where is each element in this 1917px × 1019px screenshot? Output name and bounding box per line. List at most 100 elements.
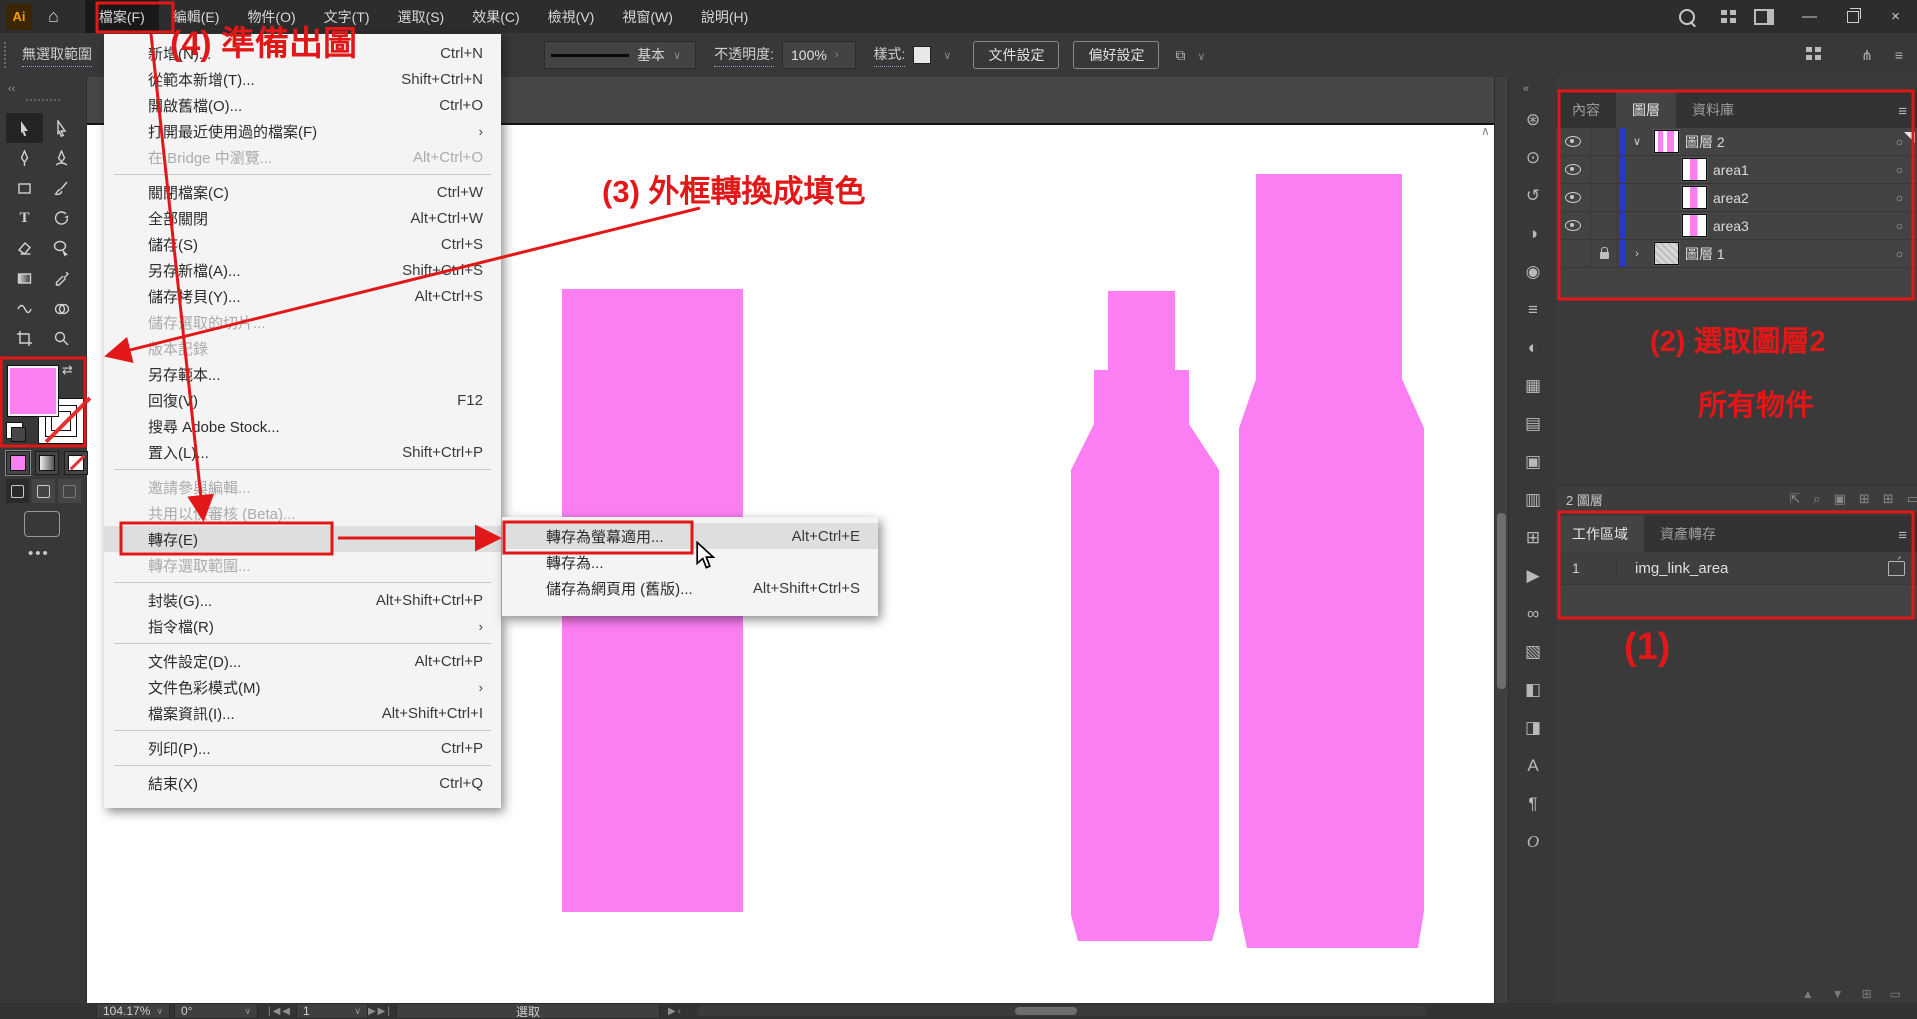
- chevron-down-icon[interactable]: ∨: [943, 49, 951, 62]
- menu-item-revert[interactable]: 回復(V)F12: [104, 387, 501, 413]
- visibility-toggle[interactable]: [1556, 184, 1591, 211]
- preferences-button[interactable]: 偏好設定: [1073, 41, 1159, 69]
- character-panel-icon[interactable]: A: [1509, 747, 1557, 785]
- draw-behind-mode[interactable]: [32, 479, 55, 503]
- zoom-tool[interactable]: [43, 323, 80, 353]
- graphic-styles-panel-icon[interactable]: ▣: [1509, 443, 1557, 481]
- curvature-tool[interactable]: [43, 143, 80, 173]
- control-bar-handle[interactable]: [4, 42, 12, 68]
- scroll-left-icon[interactable]: ‹: [678, 1006, 683, 1017]
- asset-export-panel-icon[interactable]: ▧: [1509, 633, 1557, 671]
- search-icon[interactable]: [1679, 9, 1695, 25]
- info-panel-icon[interactable]: ⊙: [1509, 139, 1557, 177]
- workspace-switcher-icon[interactable]: [1754, 9, 1774, 25]
- menu-item-new-from-template[interactable]: 從範本新增(T)...Shift+Ctrl+N: [104, 66, 501, 92]
- lock-toggle[interactable]: [1591, 128, 1618, 155]
- gradient-tool[interactable]: [6, 263, 43, 293]
- menu-item-save[interactable]: 儲存(S)Ctrl+S: [104, 231, 501, 257]
- make-mask-icon[interactable]: ▣: [1834, 491, 1846, 507]
- artboard-name[interactable]: img_link_area: [1617, 560, 1728, 577]
- paintbrush-tool[interactable]: [43, 173, 80, 203]
- opentype-panel-icon[interactable]: O: [1509, 823, 1557, 861]
- paragraph-panel-icon[interactable]: ¶: [1509, 785, 1557, 823]
- target-circle-icon[interactable]: ○: [1896, 219, 1903, 233]
- style-label[interactable]: 樣式:: [874, 44, 906, 67]
- chevron-right-icon[interactable]: ›: [1626, 248, 1648, 260]
- menu-type[interactable]: 文字(T): [310, 0, 384, 33]
- layer-thumbnail[interactable]: [1682, 214, 1707, 237]
- visibility-toggle[interactable]: [1556, 212, 1591, 239]
- swap-fill-stroke-icon[interactable]: ⇄: [62, 362, 73, 378]
- new-artboard-icon[interactable]: ⊞: [1862, 987, 1872, 1001]
- move-up-icon[interactable]: ▲: [1802, 987, 1814, 1001]
- rectangle-tool[interactable]: [6, 173, 43, 203]
- close-button[interactable]: ×: [1874, 0, 1917, 33]
- minimize-button[interactable]: —: [1788, 0, 1831, 33]
- control-bar-menu-icon[interactable]: ≡: [1895, 47, 1903, 64]
- pen-tool[interactable]: [6, 143, 43, 173]
- menu-view[interactable]: 檢視(V): [534, 0, 609, 33]
- magic-wand-tool[interactable]: [43, 233, 80, 263]
- menu-select[interactable]: 選取(S): [384, 0, 459, 33]
- align-options-icon[interactable]: ⧉ ∨: [1175, 47, 1213, 64]
- layer-row[interactable]: area2 ○: [1556, 184, 1917, 212]
- tab-asset-export[interactable]: 資產轉存: [1644, 516, 1732, 552]
- draw-normal-mode[interactable]: [6, 479, 29, 503]
- new-layer-icon[interactable]: ⊞: [1883, 491, 1894, 507]
- layer-thumbnail[interactable]: [1682, 186, 1707, 209]
- color-button[interactable]: [6, 451, 30, 475]
- type-tool[interactable]: T: [6, 203, 43, 233]
- expand-panels-icon[interactable]: «: [1523, 83, 1529, 95]
- menu-item-open-recent[interactable]: 打開最近使用過的檔案(F)›: [104, 118, 501, 144]
- collapse-tools-icon[interactable]: ‹‹: [8, 83, 15, 95]
- menu-item-save-for-web-legacy[interactable]: 儲存為網頁用 (舊版)...Alt+Shift+Ctrl+S: [502, 575, 878, 601]
- appearance-panel-icon[interactable]: ▤: [1509, 405, 1557, 443]
- fill-color-swatch[interactable]: [8, 366, 58, 416]
- menu-item-export[interactable]: 轉存(E)›: [104, 526, 501, 552]
- delete-layer-icon[interactable]: ▭: [1907, 491, 1917, 507]
- lock-toggle[interactable]: [1591, 240, 1618, 267]
- home-icon[interactable]: ⌂: [48, 6, 59, 27]
- symbols-panel-icon[interactable]: ▥: [1509, 481, 1557, 519]
- draw-inside-mode[interactable]: [58, 479, 81, 503]
- prev-artboard-icon[interactable]: ◀: [282, 1006, 292, 1017]
- layer-name[interactable]: 圖層 1: [1685, 244, 1725, 264]
- shape-builder-tool[interactable]: [43, 293, 80, 323]
- direct-selection-tool[interactable]: [43, 113, 80, 143]
- menu-item-export-as[interactable]: 轉存為...: [502, 549, 878, 575]
- panel-menu-icon[interactable]: ≡: [1888, 519, 1917, 552]
- artboard-tool[interactable]: [6, 323, 43, 353]
- vertical-scrollbar-thumb[interactable]: [1497, 513, 1506, 689]
- artboard-row[interactable]: 1 img_link_area: [1556, 552, 1917, 585]
- style-swatch[interactable]: [913, 46, 931, 64]
- menu-window[interactable]: 視窗(W): [608, 0, 687, 33]
- menu-item-document-color-mode[interactable]: 文件色彩模式(M)›: [104, 674, 501, 700]
- gradient-panel-icon[interactable]: ◐: [1509, 329, 1557, 367]
- default-fill-stroke-icon[interactable]: [6, 422, 23, 439]
- grid-options-icon[interactable]: [1806, 47, 1821, 60]
- edit-toolbar-icon[interactable]: •••: [28, 545, 50, 562]
- artboards-panel-icon[interactable]: ⊞: [1509, 519, 1557, 557]
- stroke-panel-icon[interactable]: ≡: [1509, 291, 1557, 329]
- move-down-icon[interactable]: ▼: [1832, 987, 1844, 1001]
- artboard-nav-dropdown[interactable]: 1∨: [296, 1003, 368, 1019]
- last-artboard-icon[interactable]: ▶|: [378, 1006, 392, 1017]
- artboard-options-icon[interactable]: [1888, 561, 1905, 576]
- horizontal-scrollbar-thumb[interactable]: [1015, 1007, 1077, 1015]
- panel-launcher-icon[interactable]: ›: [835, 49, 839, 61]
- menu-item-close-all[interactable]: 全部關閉Alt+Ctrl+W: [104, 205, 501, 231]
- opacity-label[interactable]: 不透明度:: [714, 44, 774, 67]
- tab-properties[interactable]: 內容: [1556, 92, 1616, 128]
- menu-item-new[interactable]: 新增(N)...Ctrl+N: [104, 40, 501, 66]
- target-circle-icon[interactable]: ○: [1896, 135, 1903, 149]
- tools-drag-handle[interactable]: [26, 99, 60, 101]
- eyedropper-tool[interactable]: [43, 263, 80, 293]
- layer-row[interactable]: ∨ 圖層 2 ○: [1556, 128, 1917, 156]
- lock-toggle[interactable]: [1591, 212, 1618, 239]
- new-sublayer-icon[interactable]: ⊞: [1859, 491, 1870, 507]
- restore-button[interactable]: [1831, 0, 1874, 33]
- layer-row[interactable]: area3 ○: [1556, 212, 1917, 240]
- lock-toggle[interactable]: [1591, 184, 1618, 211]
- menu-item-save-as[interactable]: 另存新檔(A)...Shift+Ctrl+S: [104, 257, 501, 283]
- layer-name[interactable]: area3: [1713, 218, 1749, 234]
